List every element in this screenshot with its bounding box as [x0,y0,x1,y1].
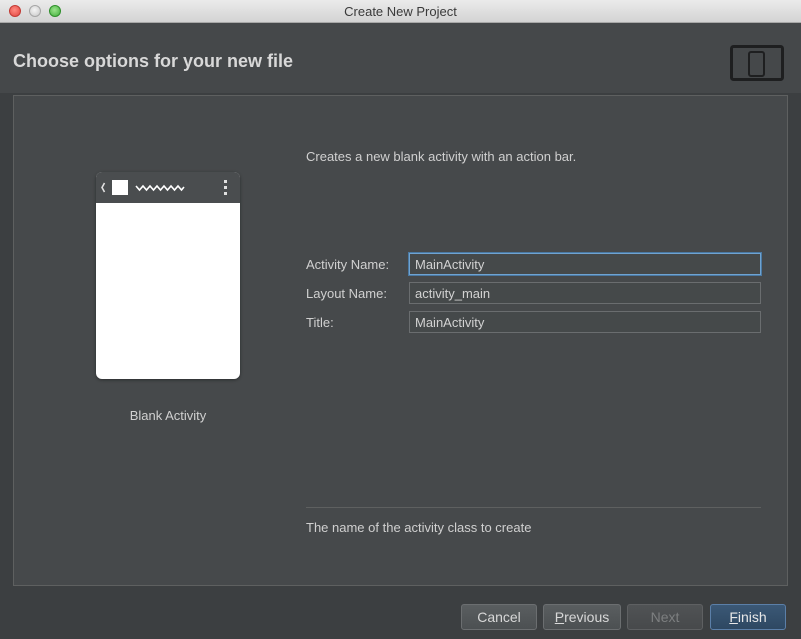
layout-name-input[interactable] [409,282,761,304]
cancel-button[interactable]: Cancel [461,604,537,630]
template-name: Blank Activity [129,408,207,423]
finish-button-label: inish [737,609,767,625]
dialog-header: Choose options for your new file [0,23,801,93]
field-hint: The name of the activity class to create [306,520,532,535]
title-label: Title: [306,315,334,330]
hint-divider [306,507,761,508]
finish-button[interactable]: Finish [710,604,786,630]
next-button[interactable]: Next [627,604,703,630]
layout-name-label: Layout Name: [306,286,387,301]
device-frame-icon [730,45,784,81]
page-title: Choose options for your new file [13,51,294,71]
title-squiggle-icon [135,184,185,192]
next-button-label: Next [650,609,680,625]
previous-button[interactable]: Previous [543,604,621,630]
cancel-button-label: Cancel [477,609,521,625]
window-title: Create New Project [344,4,457,19]
window-titlebar: Create New Project [0,0,801,23]
activity-name-label: Activity Name: [306,257,390,272]
template-description: Creates a new blank activity with an act… [306,149,577,164]
previous-button-mnemonic: P [554,609,565,625]
preview-action-bar [96,172,240,203]
template-preview [96,172,240,379]
previous-button-label: revious [564,609,610,625]
back-chevron-icon [101,182,106,193]
activity-name-input[interactable] [409,253,761,275]
finish-button-mnemonic: F [729,609,738,625]
app-icon [112,180,128,195]
overflow-menu-icon [224,180,227,183]
preview-action-bar-icons [101,180,227,195]
title-input[interactable] [409,311,761,333]
